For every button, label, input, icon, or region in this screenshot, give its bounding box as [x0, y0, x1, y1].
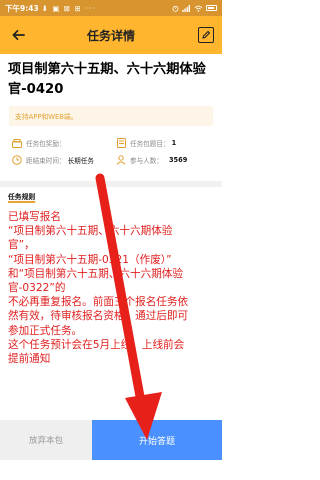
rules-line: 官”， — [8, 239, 35, 252]
info-reward: 任务包奖励： — [12, 138, 68, 148]
rules-heading: 任务规则 — [8, 193, 36, 201]
status-notification-icons: ⬇ ▣ ⊠ ⊞ ··· — [41, 3, 96, 13]
reward-icon — [12, 138, 22, 148]
battery-icon — [206, 5, 217, 11]
participants-label: 参与人数： — [130, 157, 163, 165]
reward-label: 任务包奖励： — [26, 140, 66, 148]
question-count-label: 任务包题目： — [130, 140, 170, 148]
task-title: 项目制第六十五期、六十六期体验官-0420 — [8, 62, 206, 97]
start-answering-button[interactable]: 开始答题 — [92, 420, 222, 460]
status-time: 下午9:43 — [5, 3, 39, 13]
deadline-label: 距结束时间： — [26, 157, 66, 165]
wifi-icon — [194, 5, 203, 12]
rules-line: 已填写报名 — [8, 211, 61, 223]
rules-line: “项目制第六十五期、六十六期体验 — [8, 225, 173, 238]
clock-icon — [12, 155, 22, 165]
support-note: 支持APP和WEB端。 — [9, 106, 213, 126]
rules-line: 这个任务预计会在5月上线，上线前会 — [8, 338, 185, 351]
rules-line: 和“项目制第六十五期、六十六期体验 — [8, 267, 183, 280]
rules-line: 提前通知 — [8, 353, 51, 366]
deadline-value: 长期任务 — [67, 157, 94, 165]
participants-icon — [116, 155, 126, 165]
section-divider — [0, 181, 222, 187]
alarm-icon — [172, 5, 179, 12]
participants-value: 3569 — [168, 156, 188, 164]
question-count-value: 1 — [171, 139, 177, 147]
bottom-action-bar: 放弃本包 开始答题 — [0, 420, 222, 460]
rules-line: 不必再重复报名。前面三个报名任务依 — [8, 296, 189, 309]
give-up-button[interactable]: 放弃本包 — [0, 420, 92, 460]
info-participants: 参与人数： 3569 — [116, 155, 187, 165]
status-bar: 下午9:43 ⬇ ▣ ⊠ ⊞ ··· — [0, 0, 222, 16]
nav-bar: 任务详情 — [0, 16, 222, 54]
rules-line: “项目制第六十五期-0321（作废）” — [8, 253, 172, 266]
edit-icon — [202, 30, 211, 39]
rules-line: 官-0322”的 — [8, 282, 66, 295]
rules-line: 然有效，待审核报名资格，通过后即可 — [8, 310, 189, 323]
edit-button[interactable] — [198, 27, 214, 43]
back-button[interactable] — [9, 26, 27, 44]
rules-line: 参加正式任务。 — [8, 324, 83, 337]
signal-icon — [182, 4, 190, 12]
info-deadline: 距结束时间： 长期任务 — [12, 155, 94, 165]
system-nav-area — [0, 460, 222, 480]
page-title: 任务详情 — [86, 28, 135, 43]
back-arrow-icon — [12, 29, 25, 41]
question-count-icon — [116, 138, 126, 148]
status-right-icons — [172, 4, 217, 12]
rules-text: 已填写报名 “项目制第六十五期、六十六期体验 官”， “项目制第六十五期-032… — [8, 210, 216, 366]
info-question-count: 任务包题目： 1 — [116, 138, 176, 148]
